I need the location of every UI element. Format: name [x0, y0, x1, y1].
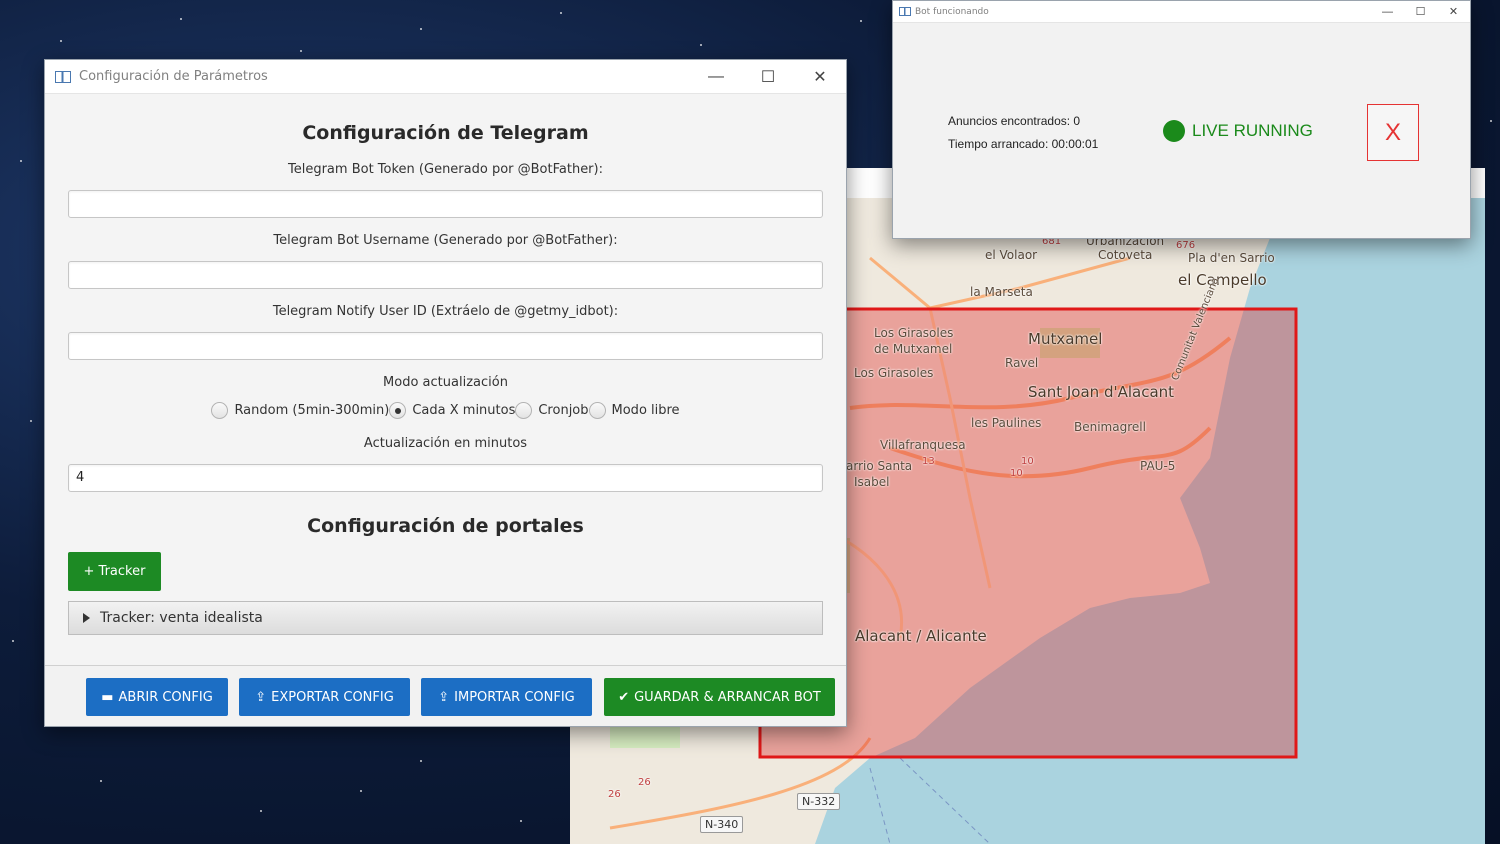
map-label: Isabel: [854, 475, 890, 489]
folder-icon: ▬: [101, 689, 114, 705]
radio-random[interactable]: Random (5min-300min): [211, 402, 389, 419]
upload-icon: ⇪: [255, 689, 267, 705]
map-label: les Paulines: [971, 416, 1042, 430]
map-label: de Mutxamel: [874, 342, 953, 356]
radio-circle[interactable]: [588, 402, 606, 419]
username-label: Telegram Bot Username (Generado por @Bot…: [273, 233, 618, 248]
map-label: Alacant / Alicante: [855, 627, 987, 645]
config-content: Configuración de Telegram Telegram Bot T…: [45, 94, 846, 726]
tracker-title: Tracker: venta idealista: [100, 610, 263, 626]
map-label: Cotoveta: [1098, 248, 1153, 262]
road-ref: 676: [1176, 240, 1196, 251]
check-icon: ✔: [618, 689, 630, 705]
save-start-button[interactable]: ✔ GUARDAR & ARRANCAR BOT: [604, 678, 835, 716]
road-ref: 10: [1010, 468, 1023, 479]
map-label: el Campello: [1178, 271, 1267, 289]
map-label: Pla d'en Sarrio: [1188, 251, 1275, 265]
upload-icon: ⇪: [438, 689, 450, 705]
bot-titlebar[interactable]: Bot funcionando — ☐ ✕: [893, 1, 1470, 23]
open-config-button[interactable]: ▬ ABRIR CONFIG: [86, 678, 228, 716]
window-title: Configuración de Parámetros: [79, 69, 268, 84]
telegram-heading: Configuración de Telegram: [302, 122, 589, 144]
maximize-button[interactable]: ☐: [1404, 2, 1437, 22]
config-window: Configuración de Parámetros — ☐ ✕ Config…: [44, 59, 847, 727]
mode-radio-group: Random (5min-300min) Cada X minutos Cron…: [45, 402, 846, 419]
road-ref: N-340: [700, 816, 744, 833]
ads-found-text: Anuncios encontrados: 0: [948, 114, 1081, 128]
user-id-label: Telegram Notify User ID (Extráelo de @ge…: [272, 304, 619, 319]
username-input[interactable]: [68, 261, 823, 289]
uptime-text: Tiempo arrancado: 00:00:01: [948, 137, 1099, 151]
close-button[interactable]: ✕: [794, 62, 846, 92]
map-label: PAU-5: [1140, 459, 1176, 473]
import-config-button[interactable]: ⇪ IMPORTAR CONFIG: [421, 678, 592, 716]
minutes-label: Actualización en minutos: [363, 436, 528, 451]
user-id-input[interactable]: [68, 332, 823, 360]
status-text: LIVE RUNNING: [1192, 121, 1313, 140]
status-dot-icon: [1163, 120, 1185, 142]
road-ref: N-332: [797, 793, 841, 810]
open-config-label: ABRIR CONFIG: [118, 689, 213, 705]
app-icon: [899, 7, 911, 16]
road-ref: 26: [608, 789, 621, 800]
map-label: Sant Joan d'Alacant: [1028, 383, 1175, 401]
config-titlebar[interactable]: Configuración de Parámetros — ☐ ✕: [45, 60, 846, 94]
map-label: Ravel: [1005, 356, 1039, 370]
radio-circle-selected[interactable]: [389, 402, 407, 419]
road-ref: 13: [922, 456, 935, 467]
stop-bot-button[interactable]: X: [1367, 104, 1419, 161]
save-start-label: GUARDAR & ARRANCAR BOT: [634, 689, 821, 705]
config-footer: ▬ ABRIR CONFIG ⇪ EXPORTAR CONFIG ⇪ IMPOR…: [45, 665, 846, 726]
portals-heading: Configuración de portales: [307, 515, 584, 537]
map-label: Los Girasoles: [854, 366, 934, 380]
maximize-button[interactable]: ☐: [742, 62, 794, 92]
map-label: Villafranquesa: [880, 438, 966, 452]
app-icon: [55, 70, 71, 83]
tracker-accordion[interactable]: Tracker: venta idealista: [68, 601, 823, 635]
mode-label: Modo actualización: [383, 375, 508, 390]
minimize-button[interactable]: —: [690, 62, 742, 92]
minimize-button[interactable]: —: [1371, 2, 1404, 22]
bot-status-window: Bot funcionando — ☐ ✕ Anuncios encontrad…: [892, 0, 1471, 239]
bot-window-title: Bot funcionando: [915, 6, 989, 17]
map-label: Benimagrell: [1074, 420, 1146, 434]
radio-modo-libre[interactable]: Modo libre: [588, 402, 680, 419]
expand-arrow-icon: [83, 613, 90, 623]
token-label: Telegram Bot Token (Generado por @BotFat…: [288, 162, 603, 177]
map-label: Mutxamel: [1028, 330, 1103, 348]
add-tracker-button[interactable]: + Tracker: [68, 552, 161, 591]
map-label: la Marseta: [970, 285, 1033, 299]
minutes-input[interactable]: 4: [68, 464, 823, 492]
export-config-button[interactable]: ⇪ EXPORTAR CONFIG: [239, 678, 410, 716]
import-config-label: IMPORTAR CONFIG: [454, 689, 575, 705]
road-ref: 26: [638, 777, 651, 788]
close-button[interactable]: ✕: [1437, 2, 1470, 22]
export-config-label: EXPORTAR CONFIG: [271, 689, 394, 705]
radio-circle[interactable]: [211, 402, 229, 419]
radio-cronjob[interactable]: Cronjob: [515, 402, 589, 419]
radio-circle[interactable]: [515, 402, 533, 419]
live-status: LIVE RUNNING: [1163, 120, 1313, 142]
radio-label: Cada X minutos: [412, 403, 516, 418]
map-label: Los Girasoles: [874, 326, 954, 340]
token-input[interactable]: [68, 190, 823, 218]
radio-label: Cronjob: [538, 403, 589, 418]
map-label: el Volaor: [985, 248, 1038, 262]
radio-label: Random (5min-300min): [234, 403, 390, 418]
radio-label: Modo libre: [611, 403, 680, 418]
radio-cada-x-minutos[interactable]: Cada X minutos: [389, 402, 515, 419]
road-ref: 10: [1021, 456, 1034, 467]
map-label: arrio Santa: [846, 459, 913, 473]
